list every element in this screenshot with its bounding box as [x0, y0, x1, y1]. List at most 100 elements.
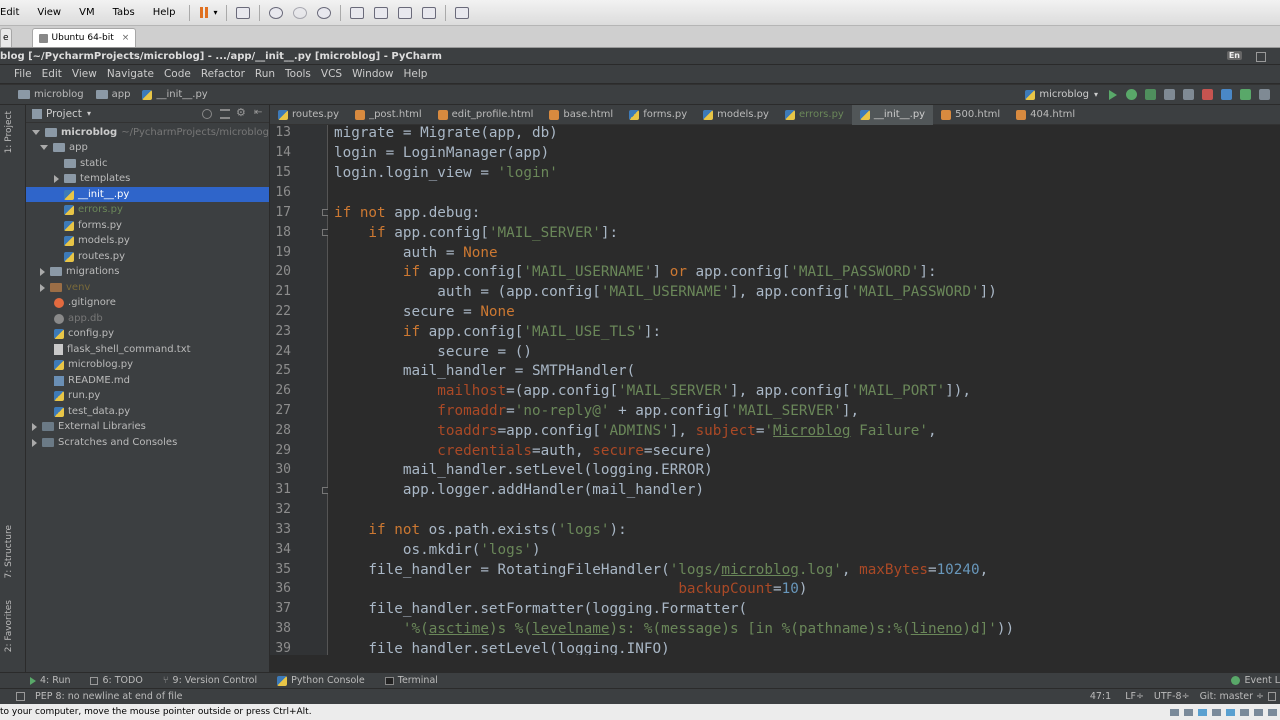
- lock-icon[interactable]: [1268, 692, 1276, 701]
- gear-icon[interactable]: ⚙: [236, 106, 246, 119]
- vcs-update-icon[interactable]: [1221, 89, 1232, 100]
- tab-post-html[interactable]: _post.html: [347, 105, 430, 125]
- close-icon[interactable]: ×: [122, 33, 130, 43]
- tab-init-py[interactable]: __init__.py: [851, 104, 934, 125]
- tree-item-readme[interactable]: README.md: [26, 373, 269, 388]
- hide-panel-icon[interactable]: ⇤: [254, 107, 262, 118]
- tree-item-forms-py[interactable]: forms.py: [26, 218, 269, 233]
- tool-tab-project[interactable]: 1: Project: [4, 111, 14, 153]
- line-separator[interactable]: LF÷: [1125, 691, 1144, 702]
- expand-arrow-icon[interactable]: [40, 145, 48, 150]
- layout-icon[interactable]: [16, 692, 25, 701]
- tree-item-root[interactable]: microblog ~/PycharmProjects/microblog: [26, 125, 269, 140]
- snapshot-icon[interactable]: [268, 6, 283, 19]
- tree-item-errors-py[interactable]: errors.py: [26, 202, 269, 217]
- tree-item-scratches[interactable]: Scratches and Consoles: [26, 435, 269, 450]
- expand-arrow-icon[interactable]: [40, 283, 45, 292]
- tab-500-html[interactable]: 500.html: [933, 105, 1008, 125]
- tree-item-flask-shell-command[interactable]: flask_shell_command.txt: [26, 342, 269, 357]
- tree-item-venv[interactable]: venv: [26, 280, 269, 295]
- tab-edit-profile-html[interactable]: edit_profile.html: [430, 105, 542, 125]
- debug-icon[interactable]: [1126, 89, 1137, 100]
- tool-window-version-control[interactable]: ⑂ 9: Version Control: [153, 675, 267, 686]
- expand-arrow-icon[interactable]: [40, 267, 45, 276]
- pause-icon[interactable]: [199, 7, 208, 18]
- tool-tab-favorites[interactable]: 2: Favorites: [4, 600, 14, 652]
- snapshot-manager-icon[interactable]: [316, 6, 331, 19]
- caret-position[interactable]: 47:1: [1090, 691, 1111, 702]
- unity-icon[interactable]: [421, 6, 436, 19]
- tree-item-templates[interactable]: templates: [26, 171, 269, 186]
- fullscreen-icon[interactable]: [397, 6, 412, 19]
- tree-item-routes-py[interactable]: routes.py: [26, 249, 269, 264]
- chevron-down-icon[interactable]: ▾: [87, 109, 91, 118]
- project-view-select[interactable]: Project: [46, 108, 82, 120]
- sort-icon[interactable]: [220, 109, 230, 119]
- expand-arrow-icon[interactable]: [54, 174, 59, 183]
- vm-menu-help[interactable]: Help: [144, 7, 185, 18]
- menu-run[interactable]: Run: [250, 68, 280, 80]
- tool-window-run[interactable]: 4: Run: [0, 675, 80, 686]
- expand-arrow-icon[interactable]: [32, 130, 40, 135]
- tree-item-external-libraries[interactable]: External Libraries: [26, 419, 269, 434]
- expand-arrow-icon[interactable]: [32, 438, 37, 447]
- line-number-gutter[interactable]: 13 14 15 16 17 18 19 20 21 22 23 24 25 2…: [270, 125, 329, 656]
- tree-item-gitignore[interactable]: .gitignore: [26, 295, 269, 310]
- profile-icon[interactable]: [1164, 89, 1175, 100]
- vm-device-icon[interactable]: [1254, 708, 1263, 716]
- run-config-select[interactable]: microblog ▾: [1019, 89, 1104, 100]
- menu-help[interactable]: Help: [399, 68, 433, 80]
- vm-device-icon[interactable]: [1170, 708, 1179, 716]
- tool-window-terminal[interactable]: Terminal: [375, 675, 448, 686]
- sidebar-toggle-icon[interactable]: [349, 6, 364, 19]
- vm-menu-edit[interactable]: Edit: [0, 7, 28, 18]
- tool-window-todo[interactable]: 6: TODO: [80, 675, 152, 686]
- menu-file[interactable]: File: [0, 68, 37, 80]
- menu-vcs[interactable]: VCS: [316, 68, 347, 80]
- git-branch[interactable]: Git: master ÷: [1200, 691, 1264, 702]
- tool-window-event-log[interactable]: Event L: [1221, 675, 1280, 686]
- vm-device-icon[interactable]: [1184, 708, 1193, 716]
- menu-view[interactable]: View: [67, 68, 102, 80]
- tab-models-py[interactable]: models.py: [695, 105, 777, 125]
- tool-window-python-console[interactable]: Python Console: [267, 675, 375, 686]
- menu-edit[interactable]: Edit: [37, 68, 67, 80]
- vm-menu-tabs[interactable]: Tabs: [104, 7, 144, 18]
- history-icon[interactable]: [1259, 89, 1270, 100]
- tree-item-static[interactable]: static: [26, 156, 269, 171]
- menu-window[interactable]: Window: [347, 68, 398, 80]
- chevron-down-icon[interactable]: ▾: [214, 8, 218, 17]
- vm-device-icon[interactable]: [1212, 708, 1221, 716]
- tree-item-config-py[interactable]: config.py: [26, 326, 269, 341]
- tab-base-html[interactable]: base.html: [541, 105, 621, 125]
- tree-item-models-py[interactable]: models.py: [26, 233, 269, 248]
- tool-tab-structure[interactable]: 7: Structure: [4, 525, 14, 579]
- coverage-icon[interactable]: [1145, 89, 1156, 100]
- keyboard-layout-icon[interactable]: En: [1226, 51, 1242, 60]
- tab-errors-py[interactable]: errors.py: [777, 105, 852, 125]
- breadcrumb-app[interactable]: app: [90, 89, 137, 100]
- tree-item-test-data-py[interactable]: test_data.py: [26, 404, 269, 419]
- network-icon[interactable]: [1256, 52, 1266, 62]
- vm-device-icon[interactable]: [1240, 708, 1249, 716]
- vm-menu-view[interactable]: View: [28, 7, 70, 18]
- stop-icon[interactable]: [1202, 89, 1213, 100]
- file-encoding[interactable]: UTF-8÷: [1154, 691, 1190, 702]
- menu-code[interactable]: Code: [159, 68, 196, 80]
- breadcrumb-project[interactable]: microblog: [0, 89, 90, 100]
- revert-snapshot-icon[interactable]: [292, 6, 307, 19]
- console-view-icon[interactable]: [454, 6, 469, 19]
- vcs-commit-icon[interactable]: [1240, 89, 1251, 100]
- vm-menu-vm[interactable]: VM: [70, 7, 103, 18]
- send-keys-icon[interactable]: [235, 6, 250, 19]
- breadcrumb-file[interactable]: __init__.py: [136, 89, 213, 100]
- expand-arrow-icon[interactable]: [32, 422, 37, 431]
- concurrency-icon[interactable]: [1183, 89, 1194, 100]
- tree-item-app-db[interactable]: app.db: [26, 311, 269, 326]
- collapse-all-icon[interactable]: [202, 109, 212, 119]
- vm-tab-home[interactable]: e: [0, 28, 12, 47]
- tree-item-migrations[interactable]: migrations: [26, 264, 269, 279]
- tab-forms-py[interactable]: forms.py: [621, 105, 695, 125]
- vm-device-icon[interactable]: [1198, 708, 1207, 716]
- vm-tab-ubuntu[interactable]: Ubuntu 64-bit ×: [31, 28, 137, 47]
